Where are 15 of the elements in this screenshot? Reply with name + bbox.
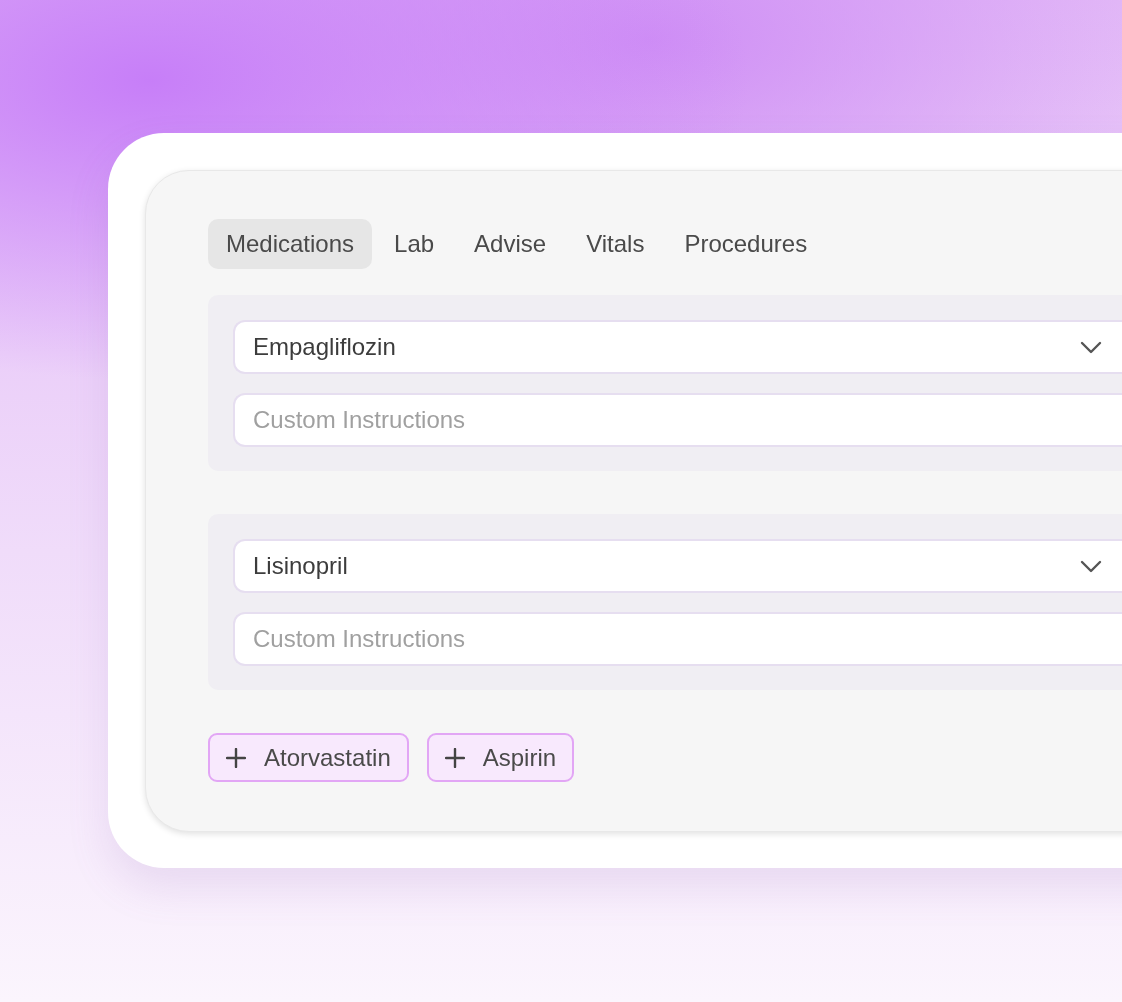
instructions-field[interactable]: Custom Instructions [233,612,1122,666]
medication-select[interactable]: Empagliflozin [233,320,1122,374]
add-medication-chip[interactable]: Atorvastatin [208,733,409,782]
tab[interactable]: Medications [208,219,373,269]
tab[interactable]: Procedures [666,219,826,269]
chevron-down-icon [1080,341,1102,355]
medication-select[interactable]: Lisinopril [233,539,1122,593]
tab[interactable]: Advise [456,219,565,269]
add-medication-chip[interactable]: Aspirin [426,733,575,782]
tab[interactable]: Lab [376,219,453,269]
tab[interactable]: Vitals [568,219,663,269]
chevron-down-icon [1080,560,1102,574]
plus-icon [226,747,246,768]
plus-icon [444,747,465,768]
instructions-field[interactable]: Custom Instructions [233,393,1122,447]
